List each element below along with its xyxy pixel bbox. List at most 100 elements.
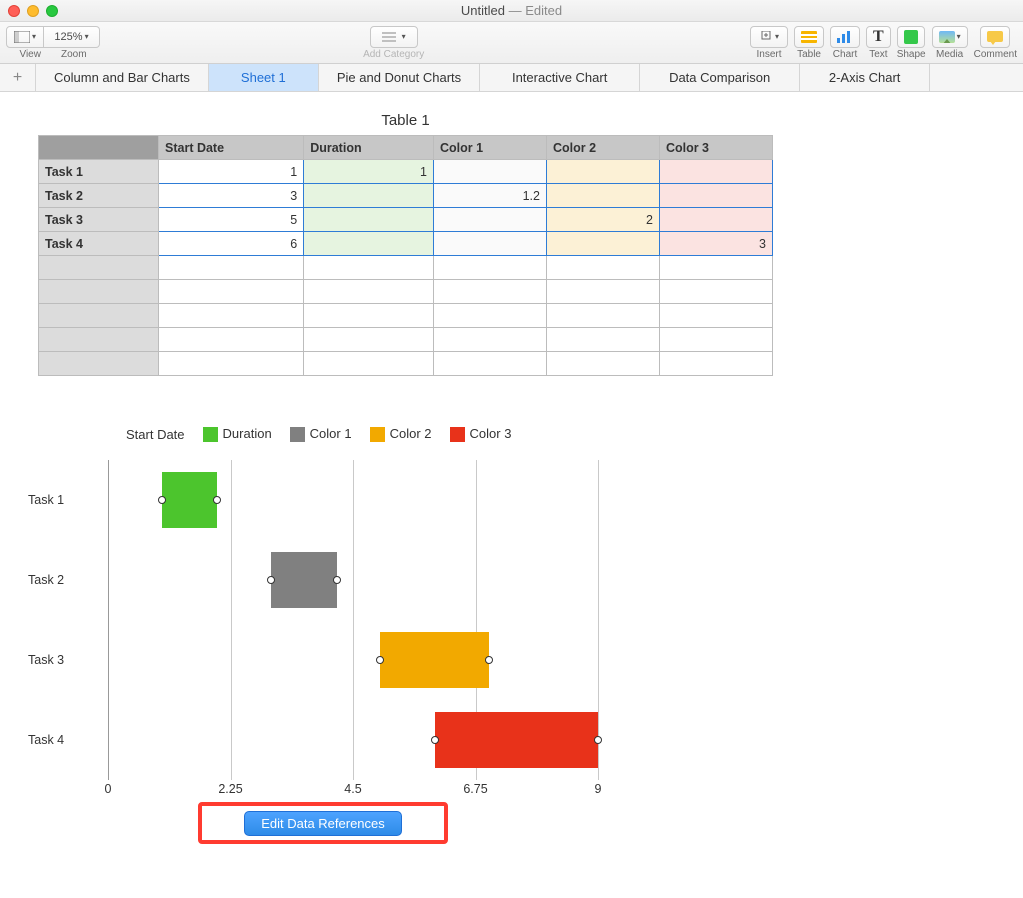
cell[interactable] xyxy=(433,280,546,304)
table-row[interactable]: Task 1 1 1 xyxy=(39,160,773,184)
cell[interactable] xyxy=(304,184,434,208)
cell[interactable] xyxy=(304,256,434,280)
cell[interactable] xyxy=(546,352,659,376)
cell[interactable] xyxy=(159,304,304,328)
cell[interactable] xyxy=(546,280,659,304)
insert-button[interactable]: ▾ xyxy=(750,26,788,48)
cell[interactable] xyxy=(433,352,546,376)
cell[interactable] xyxy=(546,232,659,256)
row-header[interactable] xyxy=(39,304,159,328)
col-header-duration[interactable]: Duration xyxy=(304,136,434,160)
cell[interactable] xyxy=(159,328,304,352)
cell[interactable] xyxy=(546,304,659,328)
tab-column-bar[interactable]: Column and Bar Charts xyxy=(36,64,209,91)
cell[interactable] xyxy=(546,256,659,280)
cell[interactable] xyxy=(304,328,434,352)
chart-bar-handle[interactable] xyxy=(213,496,221,504)
canvas[interactable]: Table 1 Start Date Duration Color 1 Colo… xyxy=(0,92,1023,844)
cell[interactable] xyxy=(659,208,772,232)
row-header[interactable]: Task 1 xyxy=(39,160,159,184)
chart-bar-handle[interactable] xyxy=(594,736,602,744)
add-sheet-button[interactable]: + xyxy=(0,64,36,91)
col-header-color1[interactable]: Color 1 xyxy=(433,136,546,160)
cell[interactable] xyxy=(433,304,546,328)
cell[interactable] xyxy=(546,328,659,352)
chart-bar-handle[interactable] xyxy=(267,576,275,584)
chart-bar[interactable] xyxy=(271,552,336,608)
chart-bar-handle[interactable] xyxy=(333,576,341,584)
edit-data-references-button[interactable]: Edit Data References xyxy=(244,811,402,836)
cell[interactable] xyxy=(304,304,434,328)
media-button[interactable]: ▾ xyxy=(932,26,968,48)
data-table[interactable]: Start Date Duration Color 1 Color 2 Colo… xyxy=(38,135,773,376)
chart[interactable]: Start Date Duration Color 1 Color 2 Colo… xyxy=(28,426,1023,844)
cell[interactable] xyxy=(304,280,434,304)
cell[interactable] xyxy=(546,160,659,184)
chart-bar-handle[interactable] xyxy=(431,736,439,744)
comment-button[interactable] xyxy=(980,26,1010,48)
cell[interactable] xyxy=(159,352,304,376)
cell[interactable] xyxy=(433,256,546,280)
cell[interactable] xyxy=(433,160,546,184)
col-header-start-date[interactable]: Start Date xyxy=(159,136,304,160)
table-row[interactable]: Task 4 6 3 xyxy=(39,232,773,256)
cell[interactable]: 2 xyxy=(546,208,659,232)
cell[interactable] xyxy=(433,208,546,232)
cell[interactable]: 6 xyxy=(159,232,304,256)
chart-plot[interactable]: 02.254.56.759Task 1Task 2Task 3Task 4 xyxy=(68,460,608,780)
add-category-button[interactable]: ▾ xyxy=(370,26,418,48)
cell[interactable]: 5 xyxy=(159,208,304,232)
chart-bar[interactable] xyxy=(380,632,489,688)
col-header-color3[interactable]: Color 3 xyxy=(659,136,772,160)
cell[interactable] xyxy=(433,328,546,352)
table-row[interactable]: Task 2 3 1.2 xyxy=(39,184,773,208)
cell[interactable]: 1 xyxy=(159,160,304,184)
cell[interactable] xyxy=(304,232,434,256)
chart-bar-handle[interactable] xyxy=(376,656,384,664)
row-header[interactable]: Task 3 xyxy=(39,208,159,232)
cell[interactable] xyxy=(659,328,772,352)
row-header[interactable]: Task 4 xyxy=(39,232,159,256)
table-button[interactable] xyxy=(794,26,824,48)
cell[interactable]: 3 xyxy=(659,232,772,256)
row-header[interactable]: Task 2 xyxy=(39,184,159,208)
cell[interactable] xyxy=(659,352,772,376)
tab-2-axis[interactable]: 2-Axis Chart xyxy=(800,64,930,91)
cell[interactable] xyxy=(659,280,772,304)
cell[interactable] xyxy=(159,280,304,304)
chart-button[interactable] xyxy=(830,26,860,48)
cell[interactable] xyxy=(659,160,772,184)
tab-sheet-1[interactable]: Sheet 1 xyxy=(209,64,319,91)
cell[interactable] xyxy=(659,304,772,328)
row-header[interactable] xyxy=(39,352,159,376)
cell[interactable] xyxy=(433,232,546,256)
cell[interactable]: 1 xyxy=(304,160,434,184)
row-header[interactable] xyxy=(39,328,159,352)
table-title[interactable]: Table 1 xyxy=(38,112,773,129)
text-button[interactable]: T xyxy=(866,26,891,48)
cell[interactable] xyxy=(159,256,304,280)
cell[interactable]: 3 xyxy=(159,184,304,208)
row-header[interactable] xyxy=(39,280,159,304)
table-row[interactable]: Task 3 5 2 xyxy=(39,208,773,232)
row-header[interactable] xyxy=(39,256,159,280)
col-header-color2[interactable]: Color 2 xyxy=(546,136,659,160)
chart-bar-handle[interactable] xyxy=(158,496,166,504)
chart-bar-handle[interactable] xyxy=(485,656,493,664)
tab-data-comparison[interactable]: Data Comparison xyxy=(640,64,800,91)
cell[interactable]: 1.2 xyxy=(433,184,546,208)
legend-swatch xyxy=(290,427,305,442)
chart-bar[interactable] xyxy=(162,472,216,528)
table-corner[interactable] xyxy=(39,136,159,160)
cell[interactable] xyxy=(304,208,434,232)
cell[interactable] xyxy=(659,184,772,208)
zoom-button[interactable]: 125% ▾ xyxy=(44,26,100,48)
tab-pie-donut[interactable]: Pie and Donut Charts xyxy=(319,64,480,91)
view-button[interactable]: ▾ xyxy=(6,26,44,48)
shape-button[interactable] xyxy=(897,26,925,48)
tab-interactive[interactable]: Interactive Chart xyxy=(480,64,640,91)
chart-bar[interactable] xyxy=(435,712,598,768)
cell[interactable] xyxy=(546,184,659,208)
cell[interactable] xyxy=(304,352,434,376)
cell[interactable] xyxy=(659,256,772,280)
